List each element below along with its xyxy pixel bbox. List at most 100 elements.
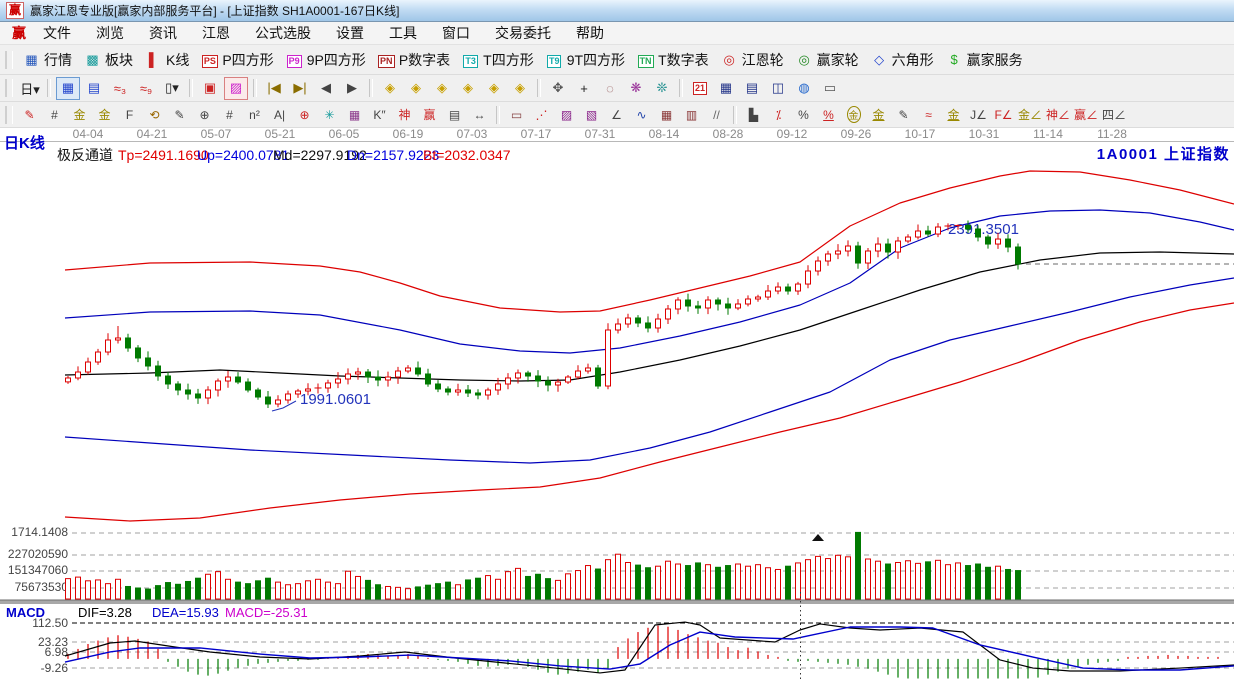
angle-shen-tool[interactable]: 神∠ [1045,104,1071,125]
grid-box-tool[interactable]: ▦ [343,104,366,125]
golden-box-tool[interactable]: 金 [93,104,116,125]
menu-item-资讯[interactable]: 资讯 [149,23,177,43]
fibonacci-tool[interactable]: F [118,104,141,125]
target-tool[interactable]: ⊕ [293,104,316,125]
diamond-star-button[interactable]: ◈ [482,77,506,100]
winner-wheel-button[interactable]: ◎赢家轮 [790,48,865,72]
menu-item-文件[interactable]: 文件 [43,23,71,43]
gold-circle-tool[interactable]: 金 [842,104,865,125]
percent-tool[interactable]: % [792,104,815,125]
analysis-purple-button[interactable]: ❋ [624,77,648,100]
width-measure-tool[interactable]: ↔ [468,104,491,125]
kline-button[interactable]: ▌K线 [139,48,195,72]
sectors-button[interactable]: ▩板块 [78,48,139,72]
spiral-tool[interactable]: ⟲ [143,104,166,125]
diamond-cross-button[interactable]: ◈ [456,77,480,100]
dense-grid-tool[interactable]: ▦ [655,104,678,125]
wave3-button[interactable]: ≈₃ [108,77,132,100]
box-select-tool[interactable]: ▭ [505,104,528,125]
hand-tool-button[interactable]: ✥ [546,77,570,100]
winner-service-button[interactable]: $赢家服务 [940,48,1029,72]
wave9-button[interactable]: ≈₉ [134,77,158,100]
diamond-expand-button[interactable]: ◈ [430,77,454,100]
dense-grid2-tool[interactable]: ▥ [680,104,703,125]
9t-square-button[interactable]: T99T四方形 [540,48,631,72]
fan-lines-tool[interactable]: ⋰ [530,104,553,125]
golden-section-tool[interactable]: 金 [68,104,91,125]
pencil-red-tool[interactable]: ✎ [18,104,41,125]
box-fan-tool[interactable]: ▨ [555,104,578,125]
pencil-mark-tool[interactable]: ✎ [892,104,915,125]
period-day-dropdown[interactable]: 日▾ [18,77,42,100]
menu-item-交易委托[interactable]: 交易委托 [495,23,551,43]
menu-item-窗口[interactable]: 窗口 [442,23,470,43]
crosshair-button[interactable]: + [572,77,596,100]
pattern-color-button[interactable]: ▨ [224,77,248,100]
web-button[interactable]: ◍ [792,77,816,100]
diamond-prev-button[interactable]: ◈ [378,77,402,100]
menu-item-设置[interactable]: 设置 [336,23,364,43]
nav-last-button[interactable]: ▶| [288,77,312,100]
p-number-button[interactable]: PNP数字表 [372,48,456,72]
ying-tool[interactable]: 赢 [418,104,441,125]
candle-style-dropdown[interactable]: ▯▾ [160,77,184,100]
web-fan-tool[interactable]: ✳ [318,104,341,125]
pattern-mono-button[interactable]: ▣ [198,77,222,100]
toolbar-grip[interactable] [5,51,13,69]
save-button[interactable]: ◫ [766,77,790,100]
t-square-button[interactable]: T3T四方形 [456,48,540,72]
box-shade-tool[interactable]: ▧ [580,104,603,125]
notes-button[interactable]: ▤ [740,77,764,100]
hatch-tool[interactable]: // [705,104,728,125]
angle-f-tool[interactable]: F∠ [992,104,1015,125]
menu-item-江恩[interactable]: 江恩 [202,23,230,43]
gold-under-tool[interactable]: 金 [942,104,965,125]
angle-j-tool[interactable]: J∠ [967,104,990,125]
ruler-tool[interactable]: ▤ [443,104,466,125]
channel-stat-Bt: Bt=2032.0347 [423,147,511,163]
t-number-button[interactable]: TNT数字表 [631,48,715,72]
nav-prev-button[interactable]: ◀ [314,77,338,100]
chart-layout-button[interactable]: ▦ [56,77,80,100]
measure-pencil-tool[interactable]: ✎ [168,104,191,125]
zoom-button[interactable]: ◌ [598,77,622,100]
calendar-button[interactable]: 21 [688,77,712,100]
angle-ying-tool[interactable]: 赢∠ [1073,104,1099,125]
mirror-tool[interactable]: A| [268,104,291,125]
grid-lines-tool[interactable]: # [218,104,241,125]
quotes-button[interactable]: ▦行情 [17,48,78,72]
angle-gold-tool[interactable]: 金∠ [1017,104,1043,125]
menu-item-公式选股[interactable]: 公式选股 [255,23,311,43]
toolbar-grip[interactable] [5,79,13,97]
analysis-teal-button[interactable]: ❊ [650,77,674,100]
diamond-all-button[interactable]: ◈ [508,77,532,100]
gold-line-tool[interactable]: 金 [867,104,890,125]
main-chart[interactable]: 04-0404-2105-0705-2106-0506-1907-0307-17… [0,128,1234,679]
angle-si-tool[interactable]: 四∠ [1101,104,1127,125]
gann-circle-tool[interactable]: ⊕ [193,104,216,125]
nav-first-button[interactable]: |◀ [262,77,286,100]
percent-line-tool[interactable]: % [817,104,840,125]
percent-slant-tool[interactable]: ⁒ [767,104,790,125]
nav-next-button[interactable]: ▶ [340,77,364,100]
level-bars-tool[interactable]: ▙ [742,104,765,125]
waves-tool[interactable]: ≈ [917,104,940,125]
grid-tool[interactable]: # [43,104,66,125]
menu-item-工具[interactable]: 工具 [389,23,417,43]
toolbar-grip[interactable] [5,106,13,124]
wave-line-tool[interactable]: ∿ [630,104,653,125]
9p-square-button[interactable]: P99P四方形 [280,48,372,72]
angle-line-tool[interactable]: ∠ [605,104,628,125]
info-panel-button[interactable]: ▤ [82,77,106,100]
menu-item-浏览[interactable]: 浏览 [96,23,124,43]
menu-item-帮助[interactable]: 帮助 [576,23,604,43]
print-button[interactable]: ▭ [818,77,842,100]
hexagon-button[interactable]: ◇六角形 [865,48,940,72]
gann-wheel-button[interactable]: ◎江恩轮 [715,48,790,72]
shen-tool[interactable]: 神 [393,104,416,125]
p-square-button[interactable]: PSP四方形 [195,48,279,72]
n-square-tool[interactable]: n² [243,104,266,125]
calculator-button[interactable]: ▦ [714,77,738,100]
kline-mark-tool[interactable]: K″ [368,104,391,125]
diamond-next-button[interactable]: ◈ [404,77,428,100]
